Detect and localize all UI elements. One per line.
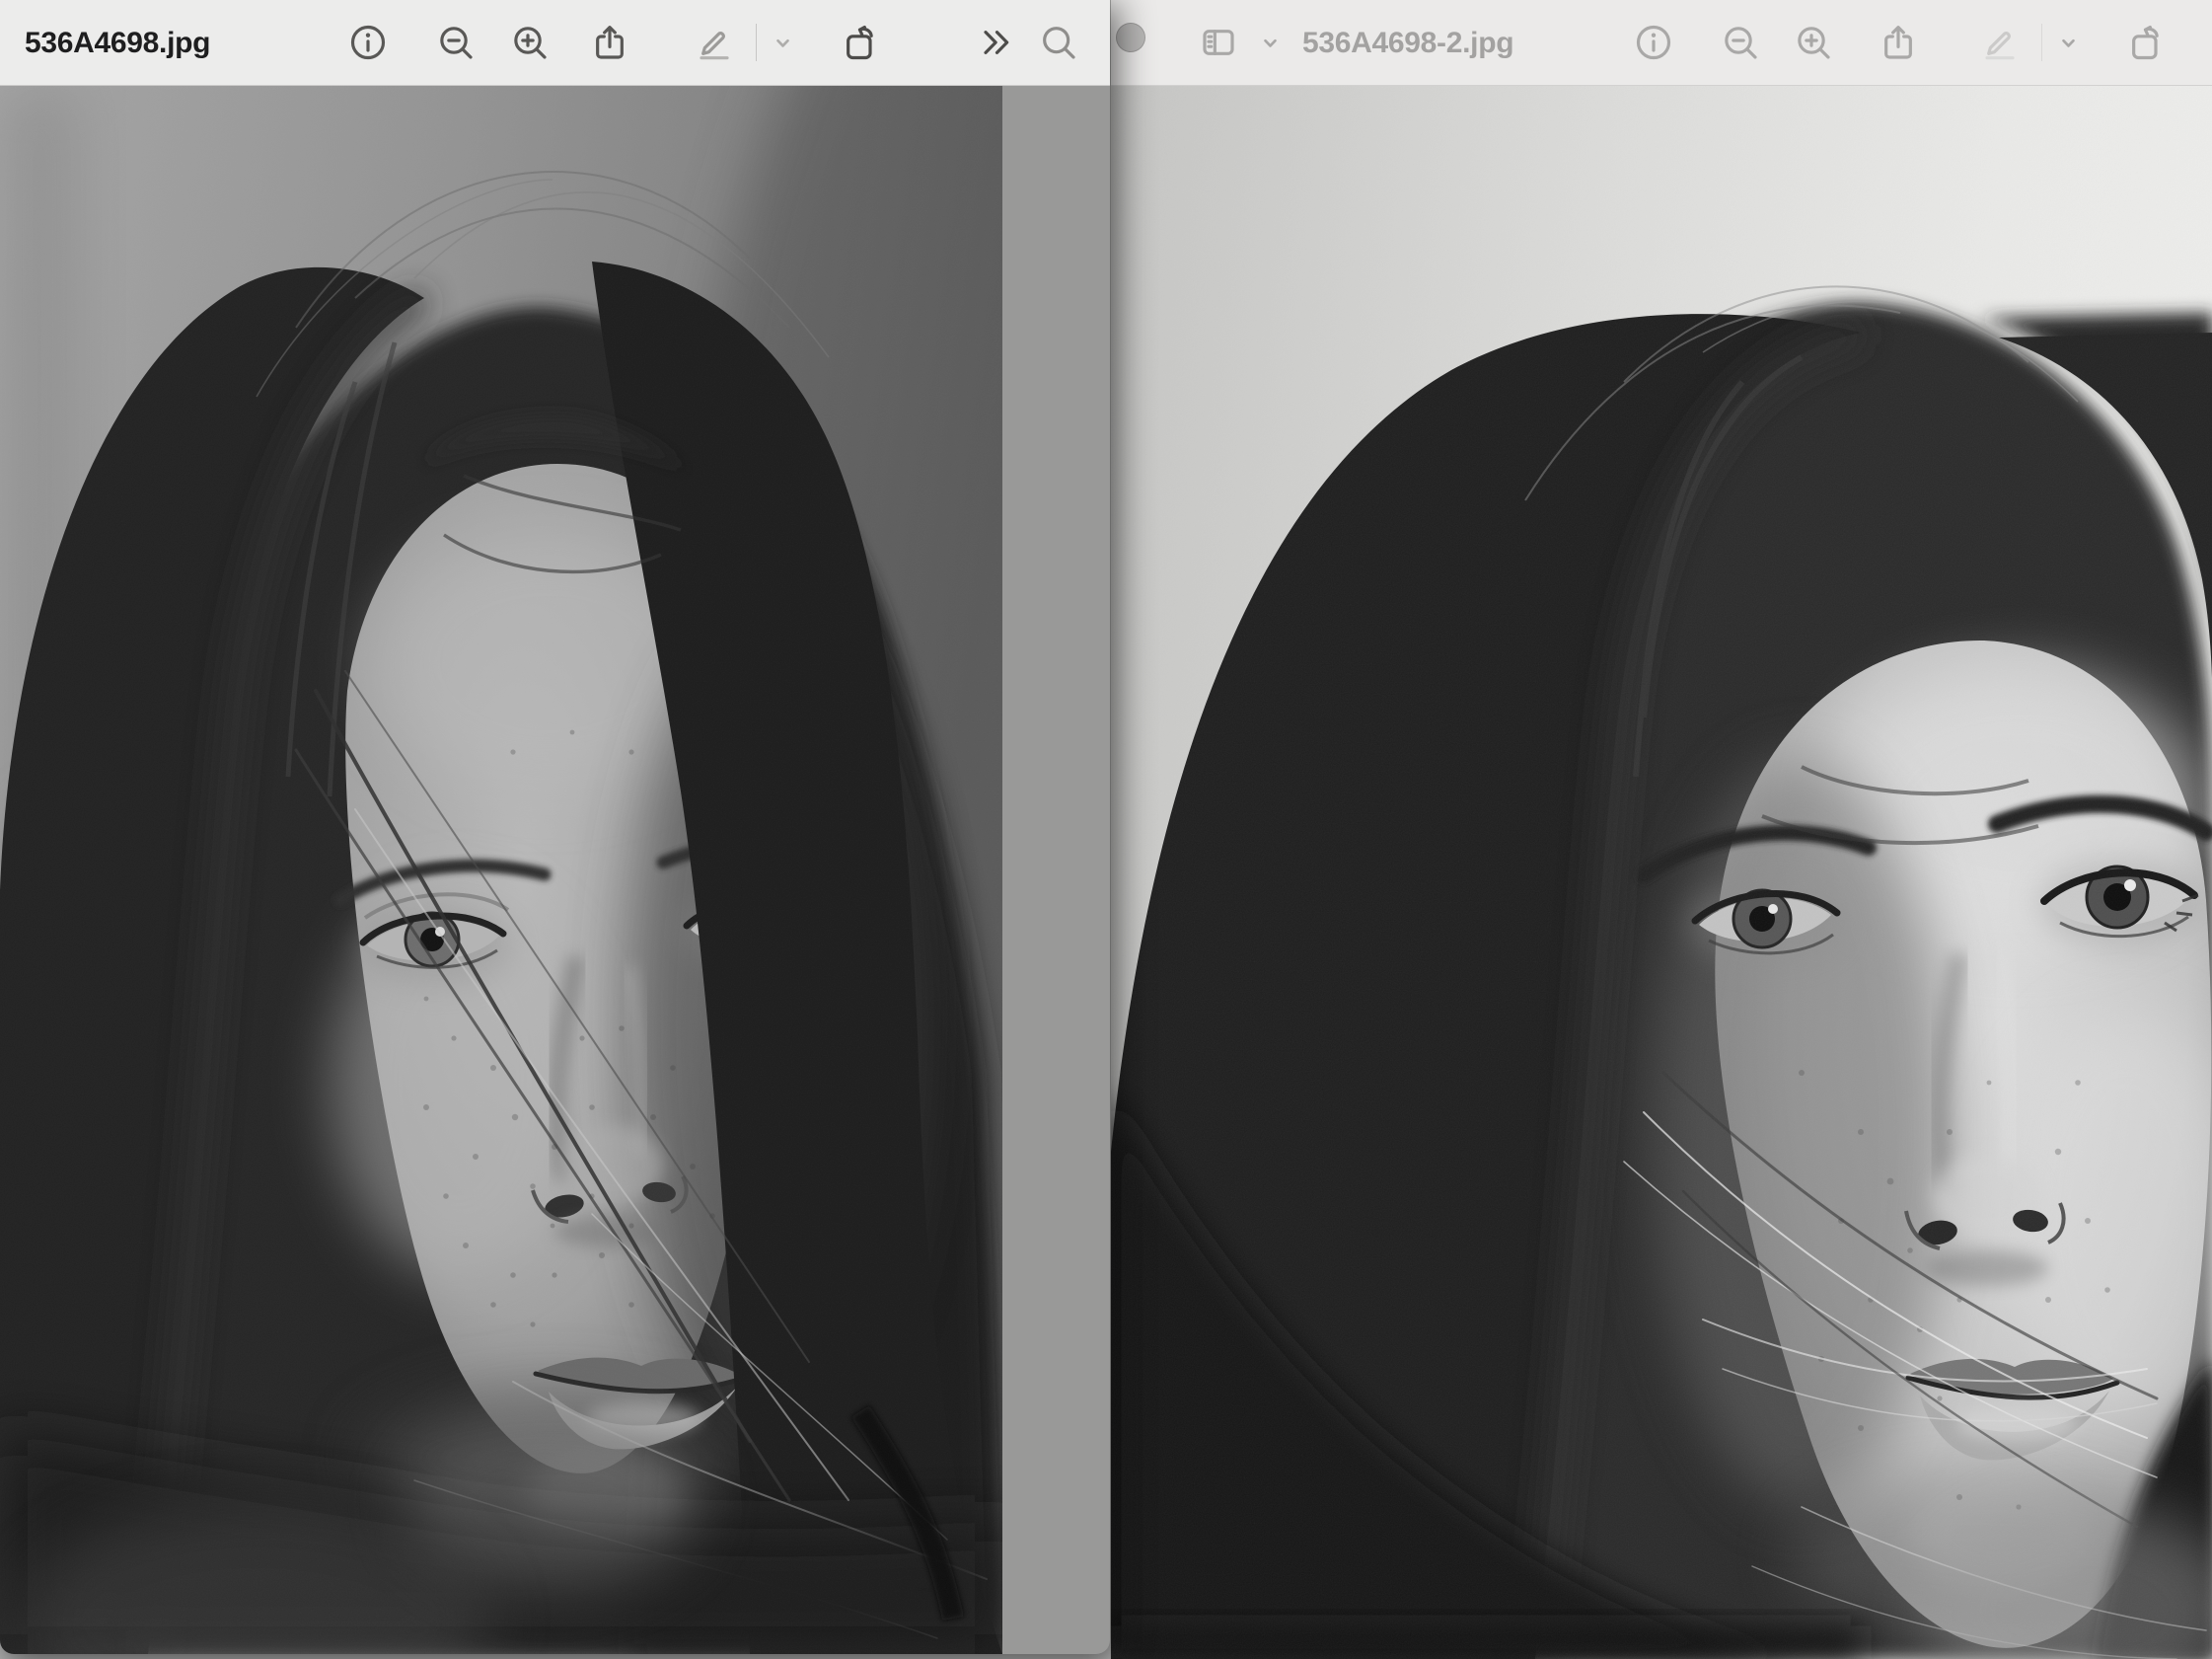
sidebar-icon[interactable] xyxy=(1197,21,1240,64)
share-icon[interactable] xyxy=(588,21,631,64)
rotate-left-icon[interactable] xyxy=(2124,21,2168,64)
info-icon[interactable] xyxy=(346,21,390,64)
photo-canvas-right[interactable] xyxy=(1111,86,2212,1659)
markup-menu-chevron-icon[interactable] xyxy=(2046,21,2090,64)
share-icon[interactable] xyxy=(1877,21,1920,64)
zoom-out-icon[interactable] xyxy=(1719,21,1762,64)
info-icon[interactable] xyxy=(1632,21,1675,64)
right-toolbar[interactable]: 536A4698-2.jpg xyxy=(1111,0,2212,86)
window-title: 536A4698-2.jpg xyxy=(1302,0,1513,86)
rotate-left-icon[interactable] xyxy=(839,21,882,64)
window-title: 536A4698.jpg xyxy=(25,0,210,86)
window-zoom-button[interactable] xyxy=(1116,23,1145,52)
preview-window-left: 536A4698.jpg xyxy=(0,0,1110,1654)
portrait-photo-right xyxy=(1111,86,2212,1659)
toolbar-divider xyxy=(756,24,757,61)
markup-pencil-icon[interactable] xyxy=(693,21,736,64)
preview-window-right: 536A4698-2.jpg xyxy=(1110,0,2212,1659)
desktop: { "left_window": { "title": "536A4698.jp… xyxy=(0,0,2212,1659)
more-toolbar-items-icon[interactable] xyxy=(975,21,1018,64)
search-icon[interactable] xyxy=(1037,21,1080,64)
zoom-out-icon[interactable] xyxy=(434,21,478,64)
markup-pencil-icon[interactable] xyxy=(1978,21,2022,64)
zoom-in-icon[interactable] xyxy=(1792,21,1835,64)
left-toolbar[interactable]: 536A4698.jpg xyxy=(0,0,1110,86)
photo-canvas-left[interactable] xyxy=(0,86,1002,1654)
toolbar-divider xyxy=(2041,24,2042,61)
markup-menu-chevron-icon[interactable] xyxy=(761,21,804,64)
portrait-photo-left xyxy=(0,86,1002,1654)
sidebar-chevron-icon[interactable] xyxy=(1248,21,1291,64)
zoom-in-icon[interactable] xyxy=(508,21,552,64)
